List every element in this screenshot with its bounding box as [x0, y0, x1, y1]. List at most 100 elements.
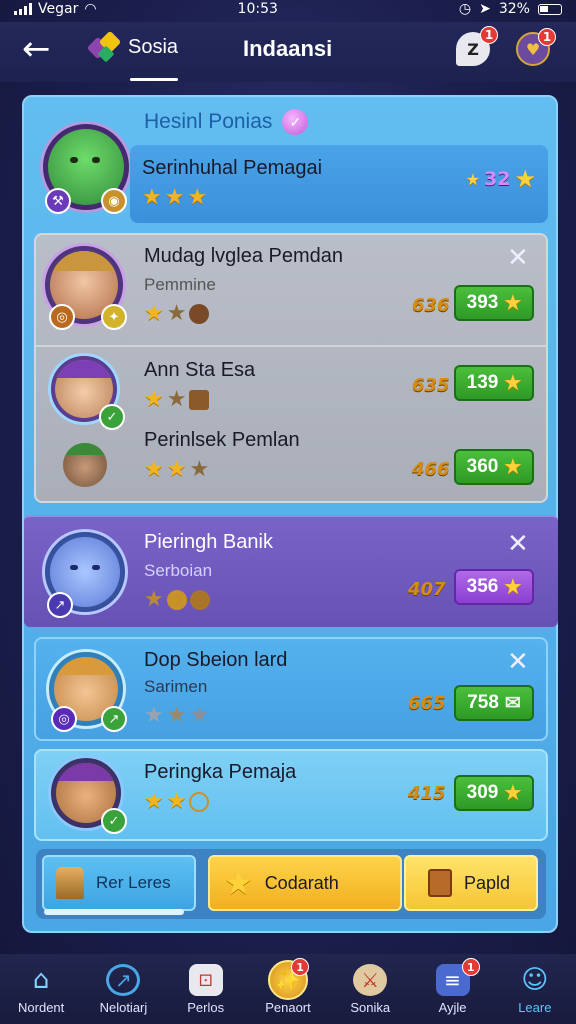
claim-button[interactable]: ★ Codarath	[208, 855, 402, 911]
player-name: Perinlsek Pemlan	[144, 429, 300, 451]
value-button[interactable]: 139 ★	[454, 365, 534, 401]
avatar-player[interactable]: ◎ ✦	[42, 243, 127, 330]
value-button[interactable]: 356 ★	[454, 569, 534, 605]
star-icon: ★	[504, 782, 522, 804]
compass-icon: ↗	[106, 964, 141, 996]
coin-count: 635	[412, 375, 450, 396]
rank-badge-icon: ◎	[51, 706, 77, 732]
value-button[interactable]: 360 ★	[454, 449, 534, 485]
shield-icon[interactable]: ♥ 1	[516, 28, 556, 66]
value-button[interactable]: 393 ★	[454, 285, 534, 321]
coin-count: 466	[412, 459, 450, 480]
coin-icon	[166, 590, 187, 610]
player-subtitle: Sarimen	[144, 677, 208, 696]
star-icon: ★	[164, 185, 185, 210]
close-icon[interactable]: ✕	[507, 649, 529, 675]
level-badge-icon: ◉	[101, 188, 127, 214]
avatar-player[interactable]: ✓	[48, 353, 125, 430]
player-name: Dop Sbeion lard	[144, 649, 288, 671]
value-label: 356	[466, 576, 499, 597]
player-subtitle: Pemmine	[144, 275, 216, 294]
nav-badge: 1	[291, 958, 310, 976]
top-score: ★ 32 ★	[466, 165, 536, 193]
pill-icon: ✓	[282, 109, 309, 135]
coin-icon	[189, 590, 210, 610]
avatar-top[interactable]: ⚒ ◉	[40, 121, 132, 214]
active-tab-indicator	[130, 78, 178, 81]
user-icon: ☺	[521, 965, 549, 995]
star-icon: ★	[144, 587, 164, 612]
coin-count: 636	[412, 295, 450, 316]
star-icon: ★	[189, 457, 210, 482]
value-button[interactable]: 309 ★	[454, 775, 534, 811]
chat-bubble-text: Z	[467, 39, 479, 59]
avatar-player[interactable]	[54, 437, 116, 493]
avatar-player[interactable]: ✓	[48, 755, 127, 834]
home-icon: ⌂	[32, 965, 50, 995]
pass-button[interactable]: Papld	[404, 855, 538, 911]
battery-percent: 32%	[498, 1, 530, 17]
nav-label: Leare	[518, 1000, 552, 1015]
panel-title: Hesinl Ponias ✓	[144, 109, 309, 135]
claim-button-label: Codarath	[264, 872, 339, 893]
coin-count: 415	[408, 783, 446, 804]
carrier-label: Vegar	[38, 1, 79, 17]
nav-item-inbox[interactable]: ≡ 1 Ayjle	[411, 954, 493, 1024]
player-subtitle: Serboian	[144, 561, 213, 580]
value-button[interactable]: 758 ✉	[454, 685, 534, 721]
coin-count: 665	[408, 693, 446, 714]
coin-icon	[189, 792, 210, 812]
top-player-card[interactable]: Serinhuhal Pemagai ★ ★ ★ ★ 32 ★	[130, 145, 548, 223]
location-icon: ➤	[479, 1, 491, 17]
level-badge-icon: ✦	[101, 304, 127, 330]
action-button-row: Rer Leres ★ Codarath Papld	[36, 849, 546, 919]
nav-item-home[interactable]: ⌂ Nordent	[0, 954, 82, 1024]
star-icon: ★	[166, 703, 187, 728]
wifi-icon: ◠	[84, 1, 97, 17]
nav-item-rewards[interactable]: ✨ 1 Penaort	[247, 954, 329, 1024]
close-icon[interactable]: ✕	[507, 245, 529, 271]
rewards-button-label: Rer Leres	[96, 873, 171, 892]
nav-item-explore[interactable]: ↗ Nelotiarj	[82, 954, 164, 1024]
avatar-player[interactable]: ↗	[42, 529, 128, 618]
rewards-button[interactable]: Rer Leres	[42, 855, 196, 915]
pass-button-label: Papld	[464, 872, 511, 893]
verified-badge-icon: ✓	[101, 808, 127, 834]
nav-item-games[interactable]: ⚀ Perlos	[165, 954, 247, 1024]
back-arrow-icon[interactable]: ←	[22, 32, 51, 66]
star-rating: ★ ★ ★	[142, 185, 207, 210]
star-icon: ★	[187, 185, 208, 210]
star-icon: ★	[144, 301, 164, 326]
value-label: 139	[466, 372, 499, 393]
star-rating: ★	[144, 587, 210, 612]
star-icon: ★	[144, 789, 164, 814]
player-name: Serinhuhal Pemagai	[142, 157, 323, 179]
star-icon: ★	[224, 865, 253, 901]
nav-label: Sonika	[350, 1000, 391, 1015]
panel-title-text: Hesinl Ponias	[144, 110, 273, 133]
player-name: Pieringh Banik	[144, 531, 273, 553]
nav-item-profile[interactable]: ☺ Leare	[494, 954, 576, 1024]
rank-badge-icon: ⚒	[45, 188, 71, 214]
chest-icon	[189, 390, 210, 410]
star-icon: ★	[144, 387, 164, 412]
top-score-value: 32	[484, 168, 511, 190]
tab-social[interactable]: Sosia	[86, 30, 178, 63]
top-header: ← Sosia Indaansi Z 1 ♥ 1	[0, 22, 576, 82]
close-icon[interactable]: ✕	[507, 531, 529, 557]
coin-count: 407	[408, 579, 446, 600]
nav-label: Nelotiarj	[99, 1000, 148, 1015]
star-icon: ★	[514, 165, 536, 193]
status-bar: Vegar ◠ 10:53 ◷ ➤ 32%	[0, 0, 576, 18]
star-icon: ★	[166, 457, 187, 482]
nav-label: Penaort	[265, 1000, 311, 1015]
star-icon: ★	[144, 457, 164, 482]
nav-item-battle[interactable]: ⚔ Sonika	[329, 954, 411, 1024]
star-icon: ★	[142, 185, 162, 210]
value-label: 758	[467, 692, 499, 713]
chat-bubble-icon[interactable]: Z 1	[456, 26, 498, 66]
star-icon: ★	[166, 789, 187, 814]
value-label: 393	[466, 292, 499, 313]
avatar-player[interactable]: ◎ ↗	[46, 649, 127, 732]
rank-badge-icon: ◎	[49, 304, 75, 330]
